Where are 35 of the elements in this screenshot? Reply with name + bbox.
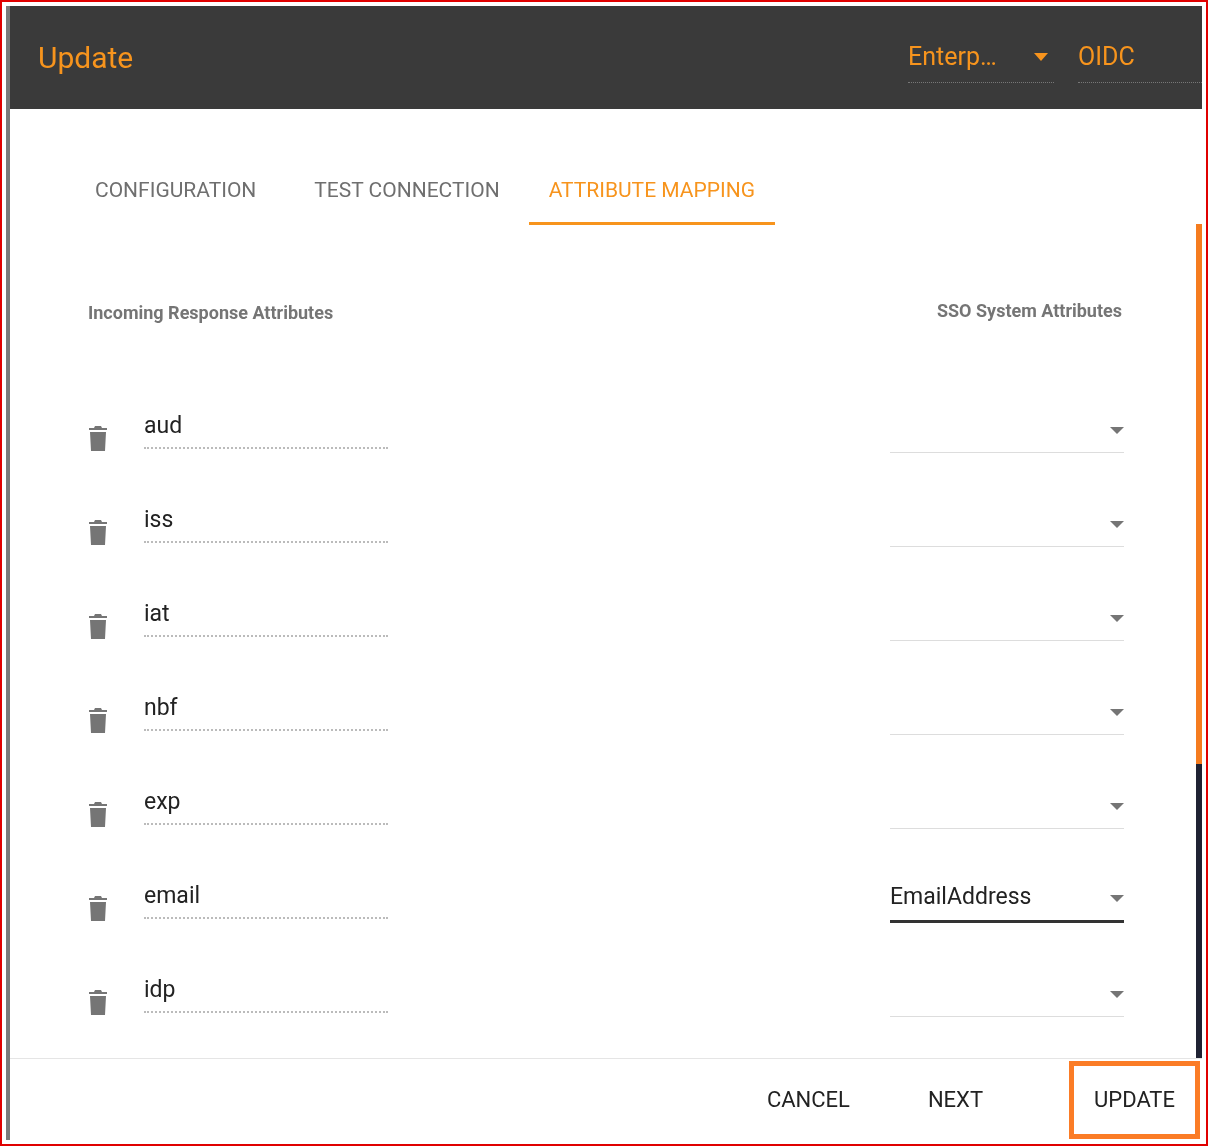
footer-button[interactable]: CANCEL [740, 1060, 876, 1139]
caret-icon [1110, 521, 1124, 528]
attribute-field[interactable]: aud [144, 409, 388, 449]
attribute-dropdown[interactable]: EmailAddress [890, 879, 1124, 923]
trash-icon[interactable] [88, 425, 108, 451]
attribute-field[interactable]: iss [144, 503, 388, 543]
attribute-field[interactable]: nbf [144, 691, 388, 731]
column-heading: SSO System Attributes [936, 299, 1122, 323]
trash-icon[interactable] [88, 707, 108, 733]
footer-button[interactable]: NEXT [901, 1060, 1010, 1139]
caret-icon [1110, 427, 1124, 434]
caret-icon [1110, 803, 1124, 810]
dialog-title: Update [38, 39, 135, 77]
caret-icon [1034, 53, 1048, 61]
caret-icon [1110, 895, 1124, 902]
attribute-field[interactable]: exp [144, 785, 388, 825]
protocol-field[interactable]: OIDC [1078, 32, 1202, 83]
selected-value: EmailAddress [890, 881, 1033, 912]
caret-icon [1110, 991, 1124, 998]
attribute-field[interactable]: email [144, 879, 388, 919]
caret-icon [1110, 709, 1124, 716]
scrollbar[interactable] [1196, 224, 1202, 1058]
column-heading: Incoming Response Attributes [88, 301, 334, 325]
footer-button[interactable]: UPDATE [1069, 1060, 1200, 1139]
type-dropdown[interactable]: Enterp… [908, 32, 1054, 83]
tab[interactable]: CONFIGURATION [66, 159, 286, 225]
trash-icon[interactable] [88, 613, 108, 639]
trash-icon[interactable] [88, 989, 108, 1015]
attribute-field[interactable]: iat [144, 597, 388, 637]
trash-icon[interactable] [88, 895, 108, 921]
trash-icon[interactable] [88, 519, 108, 545]
tab[interactable]: TEST CONNECTION [285, 159, 529, 225]
attribute-field[interactable]: idp [144, 973, 388, 1013]
trash-icon[interactable] [88, 801, 108, 827]
caret-icon [1110, 615, 1124, 622]
